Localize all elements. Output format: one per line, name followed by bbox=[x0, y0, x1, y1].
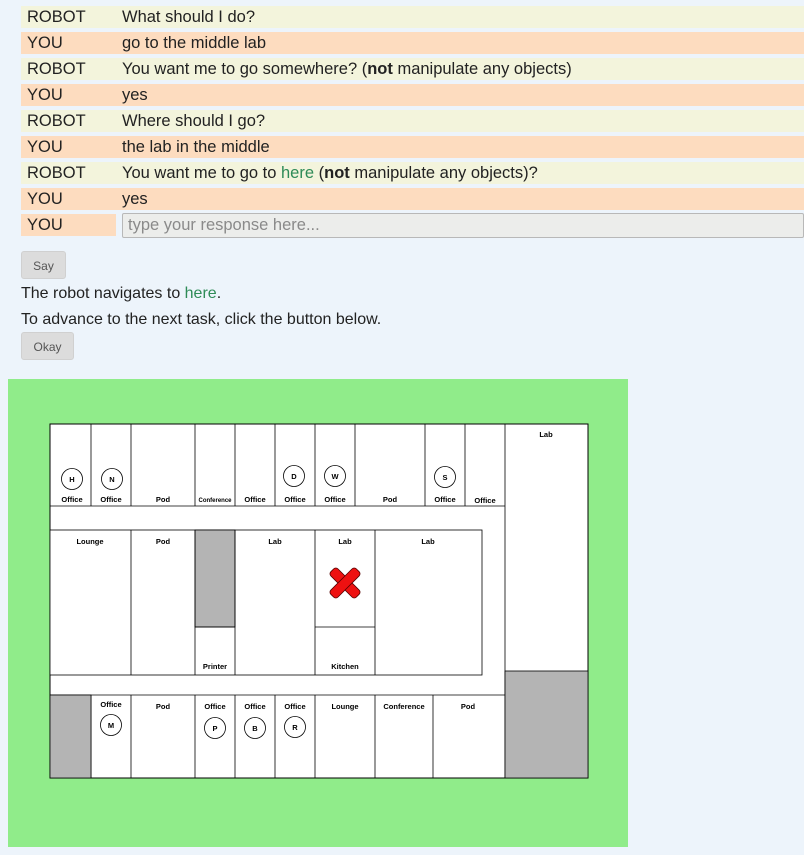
message-text: yes bbox=[122, 86, 148, 104]
svg-text:W: W bbox=[331, 472, 339, 481]
room-label: Conference bbox=[383, 702, 424, 711]
marker-h: H bbox=[61, 468, 83, 490]
speaker-label: YOU bbox=[27, 34, 63, 52]
response-input[interactable] bbox=[122, 213, 804, 238]
middle-block bbox=[49, 529, 483, 676]
dialog-row: ROBOT Where should I go? bbox=[21, 110, 804, 132]
dialog-transcript: ROBOT What should I do? YOU go to the mi… bbox=[21, 6, 804, 240]
svg-text:D: D bbox=[291, 472, 297, 481]
room-label: Office bbox=[61, 495, 82, 504]
dialog-row: ROBOT You want me to go somewhere? (not … bbox=[21, 58, 804, 80]
grey-room bbox=[504, 670, 589, 779]
svg-text:S: S bbox=[442, 473, 447, 482]
speaker-label: YOU bbox=[21, 214, 116, 236]
room-label: Kitchen bbox=[331, 662, 359, 671]
room-label: Office bbox=[100, 495, 121, 504]
message-text: the lab in the middle bbox=[122, 138, 270, 156]
instruction-text: To advance to the next task, click the b… bbox=[21, 311, 382, 328]
svg-text:N: N bbox=[109, 475, 114, 484]
response-row: YOU bbox=[21, 213, 804, 238]
room-label: Lounge bbox=[76, 537, 103, 546]
room-label: Pod bbox=[156, 495, 171, 504]
svg-text:R: R bbox=[292, 723, 298, 732]
marker-n: N bbox=[101, 468, 123, 490]
here-link[interactable]: here bbox=[185, 285, 217, 302]
dialog-row: YOU yes bbox=[21, 188, 804, 210]
marker-w: W bbox=[324, 465, 346, 487]
marker-s: S bbox=[434, 466, 456, 488]
room-label: Printer bbox=[203, 662, 227, 671]
grey-room bbox=[194, 529, 236, 628]
status-message: The robot navigates to here. bbox=[21, 285, 222, 302]
marker-r: R bbox=[284, 716, 306, 738]
emphasis-not: not bbox=[324, 164, 350, 182]
say-button[interactable]: Say bbox=[21, 251, 66, 279]
room-label: Pod bbox=[461, 702, 476, 711]
room-label: Office bbox=[324, 495, 345, 504]
room-label: Lab bbox=[268, 537, 282, 546]
speaker-label: YOU bbox=[27, 190, 63, 208]
room-label: Pod bbox=[156, 537, 171, 546]
here-link[interactable]: here bbox=[281, 164, 314, 182]
room-label: Lab bbox=[421, 537, 435, 546]
speaker-label: YOU bbox=[27, 138, 63, 156]
message-text: Where should I go? bbox=[122, 112, 266, 130]
emphasis-not: not bbox=[367, 60, 393, 78]
room-label: Conference bbox=[198, 498, 232, 504]
room-label: Pod bbox=[156, 702, 171, 711]
svg-text:M: M bbox=[108, 721, 114, 730]
room-label: Office bbox=[100, 700, 121, 709]
dialog-row: YOU the lab in the middle bbox=[21, 136, 804, 158]
grey-room bbox=[49, 694, 92, 779]
room-label: Pod bbox=[383, 495, 398, 504]
speaker-label: ROBOT bbox=[27, 8, 86, 26]
speaker-label: ROBOT bbox=[27, 112, 86, 130]
room-label: Office bbox=[284, 702, 305, 711]
svg-text:B: B bbox=[252, 724, 258, 733]
marker-m: M bbox=[100, 714, 122, 736]
speaker-label: ROBOT bbox=[27, 164, 86, 182]
room-label: Lab bbox=[338, 537, 352, 546]
message-text: go to the middle lab bbox=[122, 34, 267, 52]
dialog-row: YOU go to the middle lab bbox=[21, 32, 804, 54]
room-label: Lab bbox=[539, 430, 553, 439]
speaker-label: YOU bbox=[27, 86, 63, 104]
room-label: Office bbox=[244, 495, 265, 504]
marker-p: P bbox=[204, 717, 226, 739]
room-label: Office bbox=[434, 495, 455, 504]
message-text: You want me to go to here (not manipulat… bbox=[122, 164, 538, 182]
marker-b: B bbox=[244, 717, 266, 739]
svg-text:P: P bbox=[212, 724, 217, 733]
room-label: Office bbox=[204, 702, 225, 711]
dialog-row: ROBOT You want me to go to here (not man… bbox=[21, 162, 804, 184]
dialog-row: ROBOT What should I do? bbox=[21, 6, 804, 28]
room-label: Office bbox=[244, 702, 265, 711]
message-text: What should I do? bbox=[122, 8, 255, 26]
message-text: You want me to go somewhere? (not manipu… bbox=[122, 60, 572, 78]
speaker-label: ROBOT bbox=[27, 60, 86, 78]
floor-plan: Office Office Pod Conference Office Offi… bbox=[49, 423, 589, 779]
message-text: yes bbox=[122, 190, 148, 208]
okay-button[interactable]: Okay bbox=[21, 332, 74, 360]
floor-map: Office Office Pod Conference Office Offi… bbox=[8, 379, 628, 847]
dialog-row: YOU yes bbox=[21, 84, 804, 106]
marker-d: D bbox=[283, 465, 305, 487]
room-label: Lounge bbox=[331, 702, 358, 711]
room-label: Office bbox=[474, 496, 495, 505]
room-label: Office bbox=[284, 495, 305, 504]
svg-text:H: H bbox=[69, 475, 74, 484]
